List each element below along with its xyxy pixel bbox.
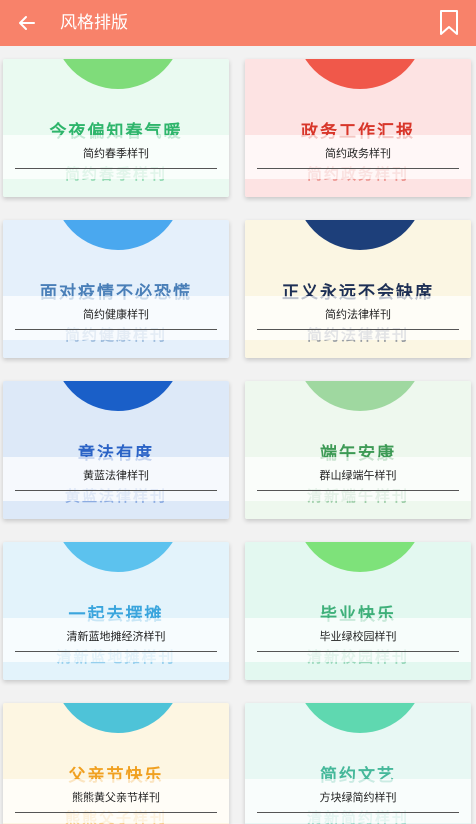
template-label: 方块绿简约样刊 — [319, 791, 397, 804]
template-card[interactable]: 政务工作汇报简约政务样刊简约政务样刊 — [245, 59, 471, 197]
template-label: 熊熊黄父亲节样刊 — [72, 791, 160, 804]
template-card[interactable]: 今夜偏知春气暖简约春季样刊简约春季样刊 — [3, 59, 229, 197]
thumbnail-circle — [53, 542, 183, 572]
template-card[interactable]: 端午安康清新端午样刊群山绿端午样刊 — [245, 381, 471, 519]
template-card[interactable]: 章法有度黄蓝法律样刊黄蓝法律样刊 — [3, 381, 229, 519]
template-label: 简约春季样刊 — [83, 147, 149, 160]
template-label: 简约政务样刊 — [325, 147, 391, 160]
arrow-left-icon — [19, 16, 35, 30]
template-card[interactable]: 简约文艺清新简约样刊方块绿简约样刊 — [245, 703, 471, 824]
label-underline — [257, 651, 459, 652]
label-underline — [15, 168, 217, 169]
template-card[interactable]: 面对疫情不必恐慌简约健康样刊简约健康样刊 — [3, 220, 229, 358]
template-label: 黄蓝法律样刊 — [83, 469, 149, 482]
label-underline — [15, 490, 217, 491]
thumbnail-circle — [53, 59, 183, 89]
template-label: 群山绿端午样刊 — [319, 469, 397, 482]
thumbnail-circle — [53, 381, 183, 411]
bookmark-button[interactable] — [438, 9, 460, 37]
label-underline — [15, 651, 217, 652]
label-underline — [257, 812, 459, 813]
template-label: 清新蓝地摊经济样刊 — [66, 630, 166, 643]
label-underline — [15, 329, 217, 330]
page-title: 风格排版 — [60, 13, 128, 33]
label-underline — [15, 812, 217, 813]
label-underline — [257, 168, 459, 169]
thumbnail-circle — [53, 703, 183, 733]
thumbnail-circle — [295, 703, 425, 733]
template-grid: 今夜偏知春气暖简约春季样刊简约春季样刊政务工作汇报简约政务样刊简约政务样刊面对疫… — [0, 46, 476, 824]
template-card[interactable]: 父亲节快乐熊熊父子样刊熊熊黄父亲节样刊 — [3, 703, 229, 824]
template-card[interactable]: 正义永远不会缺席简约法律样刊简约法律样刊 — [245, 220, 471, 358]
label-underline — [257, 329, 459, 330]
template-label: 毕业绿校园样刊 — [319, 630, 397, 643]
template-card[interactable]: 毕业快乐清新校园样刊毕业绿校园样刊 — [245, 542, 471, 680]
thumbnail-circle — [295, 59, 425, 89]
bookmark-icon — [440, 10, 458, 35]
app-header: 风格排版 — [0, 0, 476, 46]
thumbnail-circle — [295, 381, 425, 411]
thumbnail-circle — [53, 220, 183, 250]
template-card[interactable]: 一起去摆摊清新蓝地摊样刊清新蓝地摊经济样刊 — [3, 542, 229, 680]
template-label: 简约法律样刊 — [325, 308, 391, 321]
back-button[interactable] — [14, 10, 40, 36]
thumbnail-circle — [295, 542, 425, 572]
label-underline — [257, 490, 459, 491]
thumbnail-circle — [295, 220, 425, 250]
template-label: 简约健康样刊 — [83, 308, 149, 321]
